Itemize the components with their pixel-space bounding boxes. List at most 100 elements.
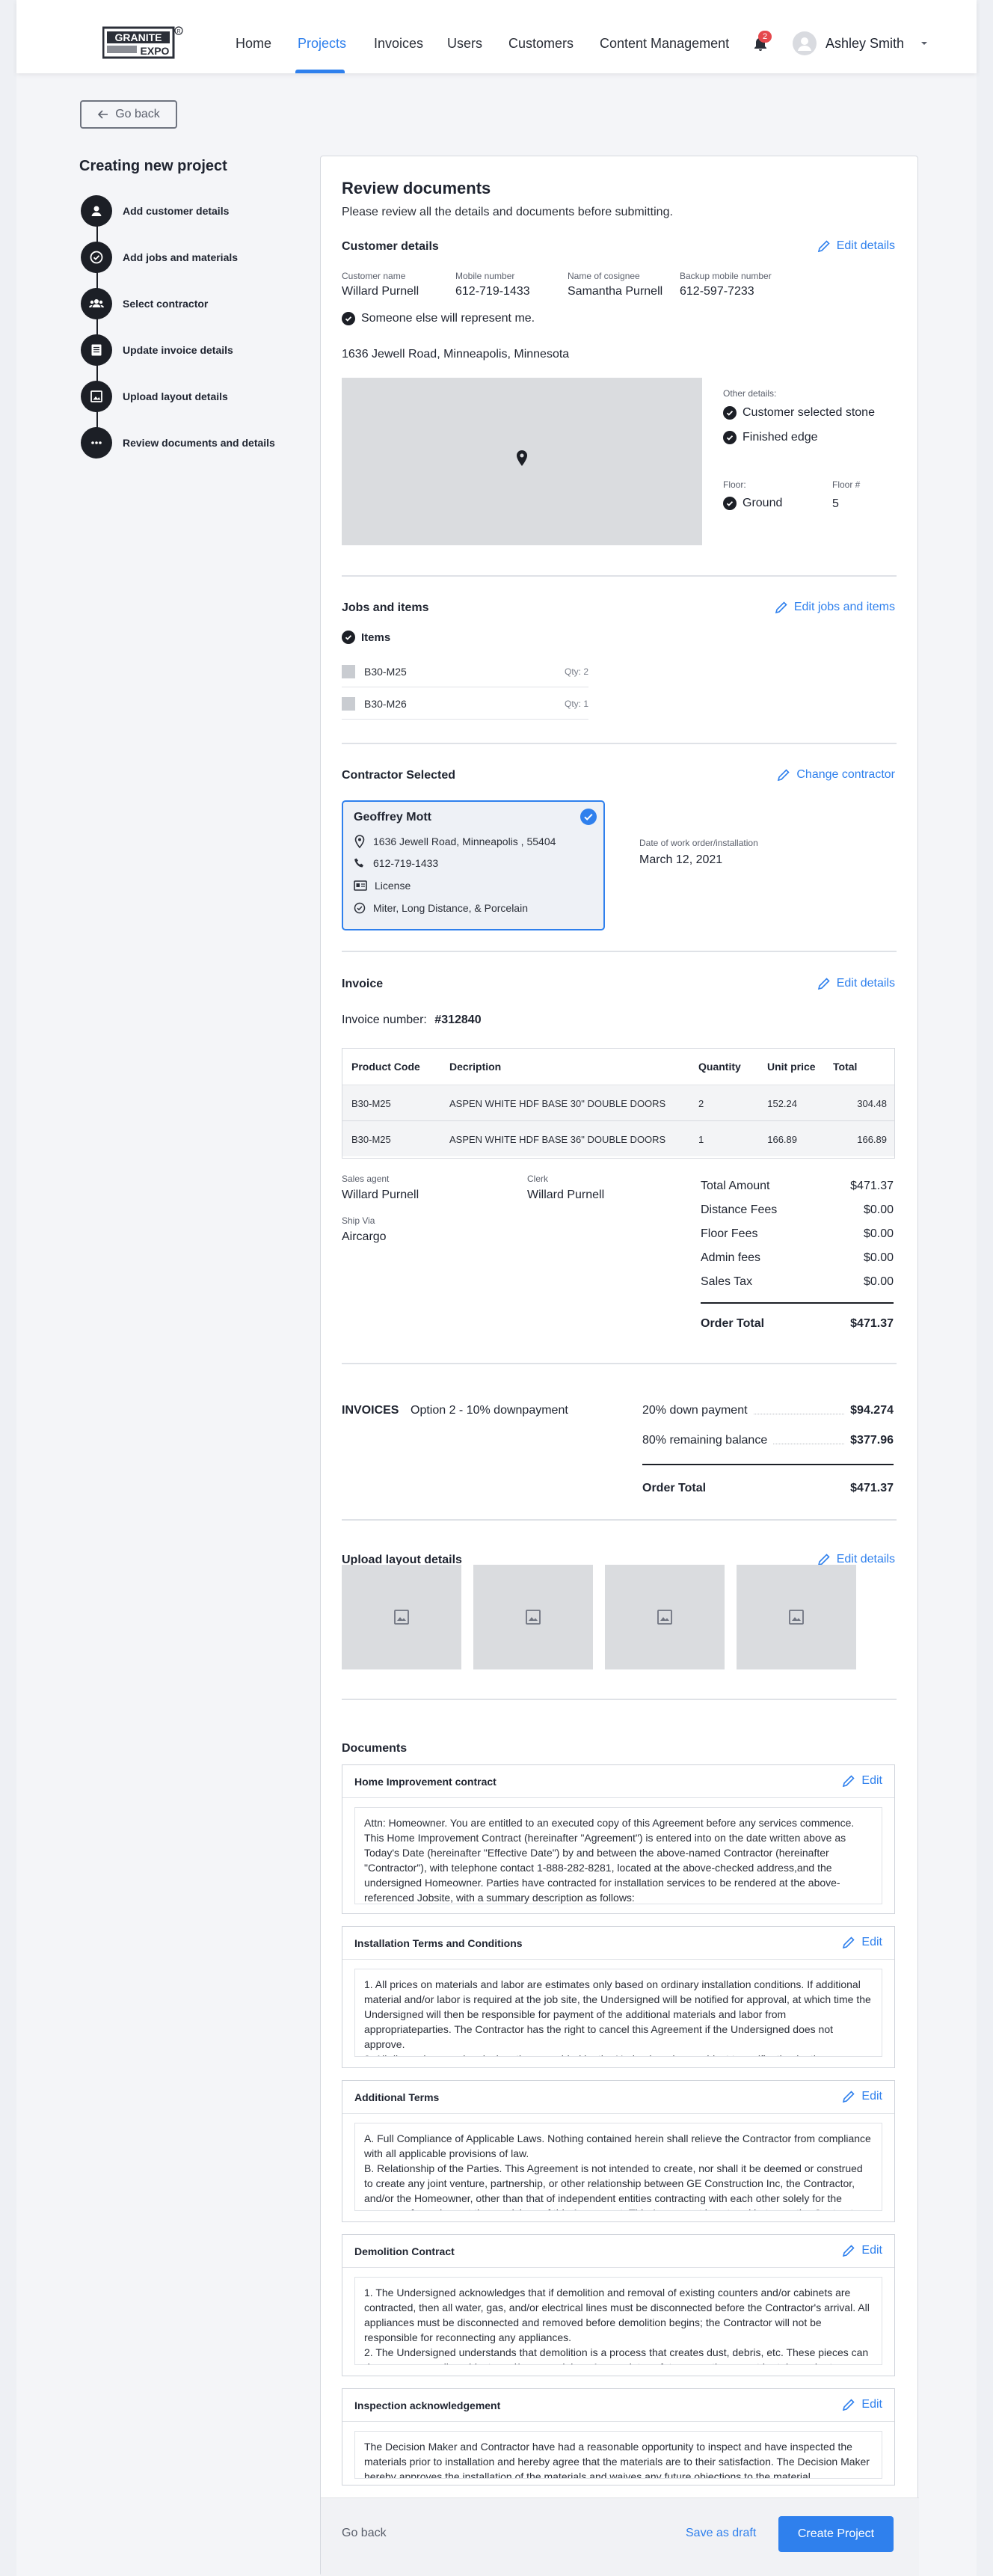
edit-document-button[interactable]: Edit: [842, 2398, 882, 2411]
cosignee-name-value: Samantha Purnell: [568, 285, 663, 298]
edit-document-button[interactable]: Edit: [842, 2244, 882, 2257]
avatar[interactable]: [793, 31, 817, 55]
step-select-contractor[interactable]: Select contractor: [81, 288, 208, 319]
nav-invoices[interactable]: Invoices: [374, 36, 423, 52]
order-total-label: Order Total: [701, 1317, 765, 1330]
contractor-license: License: [375, 880, 411, 892]
contractor-license-row: License: [354, 880, 411, 892]
step-add-jobs-materials[interactable]: Add jobs and materials: [81, 242, 238, 273]
edit-customer-details-link[interactable]: Edit details: [817, 239, 895, 253]
edit-document-button[interactable]: Edit: [842, 1774, 882, 1788]
pencil-icon: [843, 1936, 855, 1949]
people-icon: [89, 299, 104, 307]
granite-expo-logo[interactable]: GRANITE EXPO R: [102, 25, 185, 60]
nav-users[interactable]: Users: [447, 36, 482, 52]
check-icon: [723, 431, 737, 444]
document-text[interactable]: The Decision Maker and Contractor have h…: [354, 2431, 882, 2479]
user-name[interactable]: Ashley Smith: [826, 36, 904, 52]
change-contractor-link[interactable]: Change contractor: [777, 768, 895, 782]
section-divider: [342, 1363, 897, 1364]
total-row: Sales Tax $0.00: [701, 1275, 894, 1289]
customer-address: 1636 Jewell Road, Minneapolis, Minnesota: [342, 348, 570, 361]
contractor-card[interactable]: Geoffrey Mott 1636 Jewell Road, Minneapo…: [342, 800, 605, 930]
payment-order-total-label: Order Total: [642, 1482, 707, 1494]
cell-code: B30-M25: [351, 1134, 391, 1145]
document-text[interactable]: 1. All prices on materials and labor are…: [354, 1969, 882, 2057]
invoice-heading: Invoice: [342, 978, 384, 990]
total-value: $0.00: [863, 1203, 894, 1216]
edit-invoice-link[interactable]: Edit details: [817, 977, 895, 990]
step-label: Upload layout details: [123, 390, 228, 402]
invoices-heading: INVOICES: [342, 1404, 399, 1417]
total-value: $0.00: [863, 1227, 894, 1240]
item-qty: Qty: 1: [564, 698, 588, 709]
payment-divider: [642, 1464, 894, 1465]
footer-go-back-button[interactable]: Go back: [342, 2527, 387, 2540]
layout-image-thumbnail[interactable]: [473, 1565, 593, 1669]
column-header: Product Code: [351, 1061, 420, 1073]
nav-content-management[interactable]: Content Management: [600, 36, 729, 52]
contractor-phone-row: 612-719-1433: [354, 857, 438, 869]
contractor-heading: Contractor Selected: [342, 769, 456, 782]
check-icon: [723, 406, 737, 420]
represent-note-text: Someone else will represent me.: [361, 312, 535, 325]
document-text[interactable]: 1. The Undersigned acknowledges that if …: [354, 2277, 882, 2365]
total-label: Sales Tax: [701, 1275, 753, 1288]
table-row[interactable]: B30-M25 ASPEN WHITE HDF BASE 36" DOUBLE …: [342, 1120, 894, 1156]
pencil-icon: [843, 2399, 855, 2411]
nav-home[interactable]: Home: [236, 36, 271, 52]
chevron-down-icon[interactable]: [920, 39, 929, 48]
sales-agent-label: Sales agent: [342, 1174, 390, 1184]
items-label: Items: [361, 631, 391, 644]
step-add-customer-details[interactable]: Add customer details: [81, 195, 229, 227]
save-draft-button[interactable]: Save as draft: [686, 2527, 756, 2540]
payment-order-total-row: Order Total $471.37: [642, 1482, 894, 1495]
document-text[interactable]: A. Full Compliance of Applicable Laws. N…: [354, 2123, 882, 2211]
jobs-items-heading: Jobs and items: [342, 601, 429, 614]
edit-label: Change contractor: [796, 768, 895, 781]
phone-icon: [354, 858, 363, 868]
step-update-invoice-details[interactable]: Update invoice details: [81, 334, 233, 366]
work-date-label: Date of work order/installation: [639, 838, 758, 848]
edit-jobs-items-link[interactable]: Edit jobs and items: [775, 601, 895, 614]
column-header: Total: [833, 1061, 858, 1073]
invoice-number-value: #312840: [434, 1013, 482, 1026]
pencil-icon: [817, 978, 830, 990]
edit-label: Edit jobs and items: [793, 601, 895, 613]
list-item[interactable]: B30-M25 Qty: 2: [342, 656, 588, 687]
total-value: $0.00: [863, 1251, 894, 1264]
floor-label: Floor:: [723, 479, 746, 490]
layout-image-thumbnail[interactable]: [605, 1565, 725, 1669]
step-upload-layout-details[interactable]: Upload layout details: [81, 381, 228, 412]
document-installation-terms: Installation Terms and Conditions Edit 1…: [342, 1926, 895, 2068]
document-text[interactable]: Attn: Homeowner. You are entitled to an …: [354, 1807, 882, 1904]
pencil-icon: [843, 1775, 855, 1788]
person-icon: [798, 37, 811, 51]
step-label: Select contractor: [123, 298, 209, 310]
edit-document-button[interactable]: Edit: [842, 1936, 882, 1949]
layout-image-thumbnail[interactable]: [342, 1565, 461, 1669]
nav-projects[interactable]: Projects: [298, 36, 346, 52]
field-label: Customer name: [342, 271, 406, 281]
location-map[interactable]: [342, 378, 702, 545]
layout-image-thumbnail[interactable]: [737, 1565, 856, 1669]
list-item[interactable]: B30-M26 Qty: 1: [342, 688, 588, 720]
pencil-icon: [778, 769, 790, 782]
pencil-icon: [817, 240, 830, 253]
represent-note: Someone else will represent me.: [342, 312, 535, 325]
order-total-row: Order Total $471.37: [701, 1317, 894, 1331]
table-row[interactable]: B30-M25 ASPEN WHITE HDF BASE 30" DOUBLE …: [342, 1085, 894, 1120]
edit-document-button[interactable]: Edit: [842, 2090, 882, 2103]
cell-code: B30-M25: [351, 1098, 391, 1109]
image-placeholder-icon: [657, 1610, 672, 1625]
edit-label: Edit details: [836, 977, 895, 990]
go-back-button[interactable]: Go back: [80, 100, 177, 129]
nav-customers[interactable]: Customers: [508, 36, 574, 52]
step-review-documents[interactable]: Review documents and details: [81, 427, 275, 459]
location-pin-icon: [354, 835, 365, 848]
create-project-button[interactable]: Create Project: [778, 2516, 894, 2552]
other-detail-item: Customer selected stone: [723, 406, 875, 420]
total-label: Admin fees: [701, 1251, 761, 1264]
section-divider: [342, 951, 897, 952]
contractor-phone: 612-719-1433: [373, 857, 439, 869]
